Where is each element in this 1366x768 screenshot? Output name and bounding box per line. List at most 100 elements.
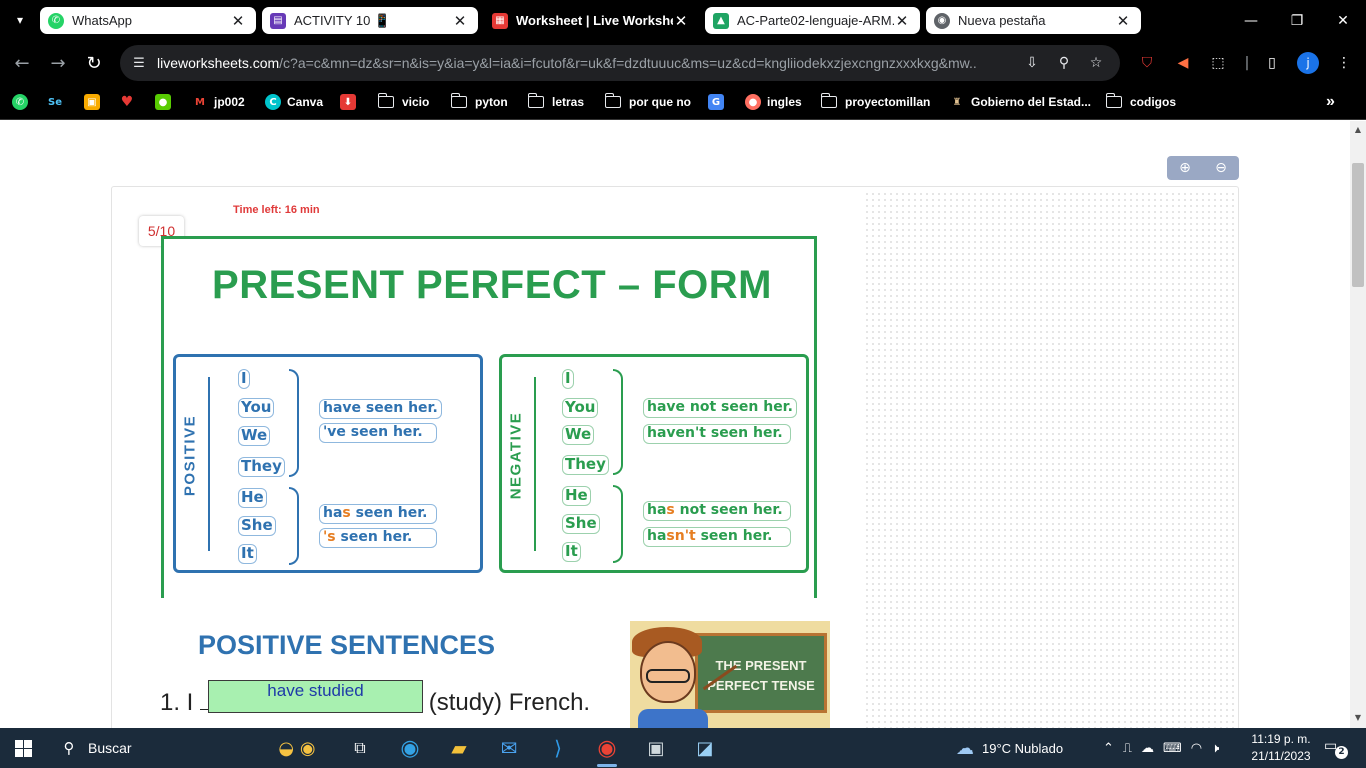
section-title: POSITIVE SENTENCES [198, 630, 496, 660]
install-app-icon[interactable]: ⇩ [1022, 53, 1042, 73]
canva-icon: C [265, 94, 281, 110]
brace [613, 369, 623, 475]
phrase: have not seen her. [643, 398, 797, 418]
tab-activity[interactable]: ▤ ACTIVITY 10 📱 ✕ [262, 7, 478, 34]
clock-time: 11:19 p. m. [1251, 732, 1311, 746]
chrome-icon: ◉ [934, 12, 950, 29]
tray-chevron-icon[interactable]: ⌃ [1103, 741, 1114, 756]
bookmark-folder-proyectomillan[interactable]: proyectomillan [820, 92, 930, 112]
close-tab-icon[interactable]: ✕ [894, 12, 910, 30]
bookmark-folder-codigos[interactable]: codigos [1105, 92, 1176, 112]
scroll-down-arrow-icon[interactable]: ▼ [1353, 713, 1363, 723]
file-explorer-icon[interactable]: ▰ [439, 732, 479, 764]
url-host: liveworksheets.com [157, 55, 280, 71]
close-tab-icon[interactable]: ✕ [230, 12, 246, 30]
bookmark-star-icon[interactable]: ☆ [1086, 53, 1106, 73]
bookmark-label: vicio [402, 95, 430, 109]
positive-label: POSITIVE [181, 414, 199, 497]
site-info-icon[interactable]: ☰ [130, 54, 148, 72]
scroll-up-arrow-icon[interactable]: ▲ [1353, 125, 1363, 135]
bookmark-se[interactable]: Se [47, 92, 69, 112]
shield-extension-icon[interactable]: ⛉ [1136, 52, 1158, 74]
weather-widget[interactable]: ☁ 19°C Nublado [956, 728, 1063, 768]
scroll-thumb[interactable] [1352, 163, 1364, 287]
gmail-icon: M [195, 96, 205, 108]
negative-box: NEGATIVE I You We They have not seen her… [499, 354, 809, 573]
bookmark-classroom[interactable]: ▣ [84, 92, 106, 112]
bookmark-jp002[interactable]: Mjp002 [192, 92, 245, 112]
bookmark-folder-vicio[interactable]: vicio [377, 92, 430, 112]
edge-icon[interactable]: ◉ [390, 732, 430, 764]
menu-kebab-icon[interactable]: ⋮ [1333, 52, 1355, 74]
bookmark-translate[interactable]: G [708, 92, 730, 112]
tab-title: AC-Parte02-lenguaje-ARM.p [737, 13, 894, 28]
page-viewport: ⊕ ⊖ Time left: 16 min 5/10 PRESENT PERFE… [0, 121, 1350, 728]
address-bar[interactable]: ☰ liveworksheets.com/c?a=c&mn=dz&sr=n&is… [120, 45, 1120, 81]
zoom-icon[interactable]: ⚲ [1054, 53, 1074, 73]
chrome-icon[interactable]: ◉ [587, 732, 627, 767]
profile-avatar[interactable]: j [1297, 52, 1319, 74]
bookmark-owl[interactable]: ● [155, 92, 177, 112]
search-icon: ⚲ [63, 739, 75, 757]
bookmark-label: ingles [767, 95, 802, 109]
bookmark-gobierno[interactable]: ♜ Gobierno del Estad... [949, 92, 1092, 112]
forward-button[interactable]: → [44, 49, 72, 77]
tab-liveworksheets[interactable]: ▦ Worksheet | Live Workshee ✕ [484, 7, 699, 34]
phrase: haven't seen her. [643, 424, 791, 444]
phrase: 's seen her. [319, 528, 437, 548]
close-window-button[interactable]: ✕ [1320, 0, 1366, 41]
bookmark-folder-letras[interactable]: letras [527, 92, 584, 112]
more-bookmarks-chevron-icon[interactable]: » [1326, 92, 1335, 112]
app-icon[interactable]: ▣ [636, 732, 676, 764]
task-view-icon[interactable]: ⧉ [340, 732, 380, 764]
bookmark-folder-porqueno[interactable]: por que no [604, 92, 691, 112]
app2-icon[interactable]: ◪ [685, 732, 725, 764]
bookmark-label: jp002 [214, 95, 245, 109]
ime-icon[interactable]: ⌨ [1163, 741, 1182, 756]
windows-start-icon[interactable] [15, 740, 32, 757]
notifications-icon[interactable]: ▭ 2 [1324, 738, 1348, 759]
extensions-puzzle-icon[interactable]: ⬚ [1207, 52, 1229, 74]
back-button[interactable]: ← [8, 49, 36, 77]
bookmark-heart[interactable]: ♥ [119, 92, 141, 112]
bookmark-ingles[interactable]: ● ingles [745, 92, 802, 112]
teacher-body [638, 709, 708, 728]
phrase-part: seen her. [335, 529, 413, 545]
close-tab-icon[interactable]: ✕ [1115, 12, 1131, 30]
onedrive-icon[interactable]: ☁ [1141, 741, 1154, 756]
pronoun: You [238, 398, 275, 418]
zoom-out-icon[interactable]: ⊖ [1211, 159, 1231, 177]
extension-icon[interactable]: ◀ [1172, 52, 1194, 74]
bookmark-folder-pyton[interactable]: pyton [450, 92, 508, 112]
heart-icon: ♥ [120, 94, 134, 110]
mail-icon[interactable]: ✉ [489, 732, 529, 764]
url-text[interactable]: liveworksheets.com/c?a=c&mn=dz&sr=n&is=y… [157, 55, 977, 71]
wifi-icon[interactable]: ◠ [1191, 741, 1202, 756]
vertical-scrollbar[interactable]: ▲ ▼ [1350, 121, 1366, 728]
whatsapp-icon: ✆ [12, 94, 28, 110]
side-panel-icon[interactable]: ▯ [1261, 52, 1283, 74]
volume-muted-icon[interactable]: 🕨 [1211, 741, 1219, 756]
tab-search-button[interactable]: ▾ [8, 8, 32, 32]
reload-button[interactable]: ↻ [80, 49, 108, 77]
minimize-button[interactable]: — [1228, 0, 1274, 41]
answer-input[interactable]: have studied [208, 680, 423, 713]
usb-icon[interactable]: ⎍ [1123, 741, 1132, 756]
tab-new[interactable]: ◉ Nueva pestaña ✕ [926, 7, 1141, 34]
close-tab-icon[interactable]: ✕ [673, 12, 689, 30]
bookmark-canva[interactable]: C Canva [265, 92, 323, 112]
divider: | [1244, 55, 1250, 71]
zoom-in-icon[interactable]: ⊕ [1175, 159, 1195, 177]
restore-button[interactable]: ❐ [1274, 0, 1320, 41]
tab-whatsapp[interactable]: ✆ WhatsApp ✕ [40, 7, 256, 34]
clock[interactable]: 11:19 p. m. 21/11/2023 [1246, 731, 1316, 765]
cloud-icon: ☁ [956, 737, 974, 759]
bookmark-whatsapp[interactable]: ✆ [12, 92, 34, 112]
pronoun: She [562, 514, 600, 534]
search-highlight-icon[interactable]: ◒ ◉ [262, 732, 332, 764]
vscode-icon[interactable]: ⟩ [538, 732, 578, 764]
tab-title: Nueva pestaña [958, 13, 1046, 28]
tab-drive[interactable]: ▲ AC-Parte02-lenguaje-ARM.p ✕ [705, 7, 920, 34]
close-tab-icon[interactable]: ✕ [452, 12, 468, 30]
bookmark-download[interactable]: ⬇ [340, 92, 362, 112]
